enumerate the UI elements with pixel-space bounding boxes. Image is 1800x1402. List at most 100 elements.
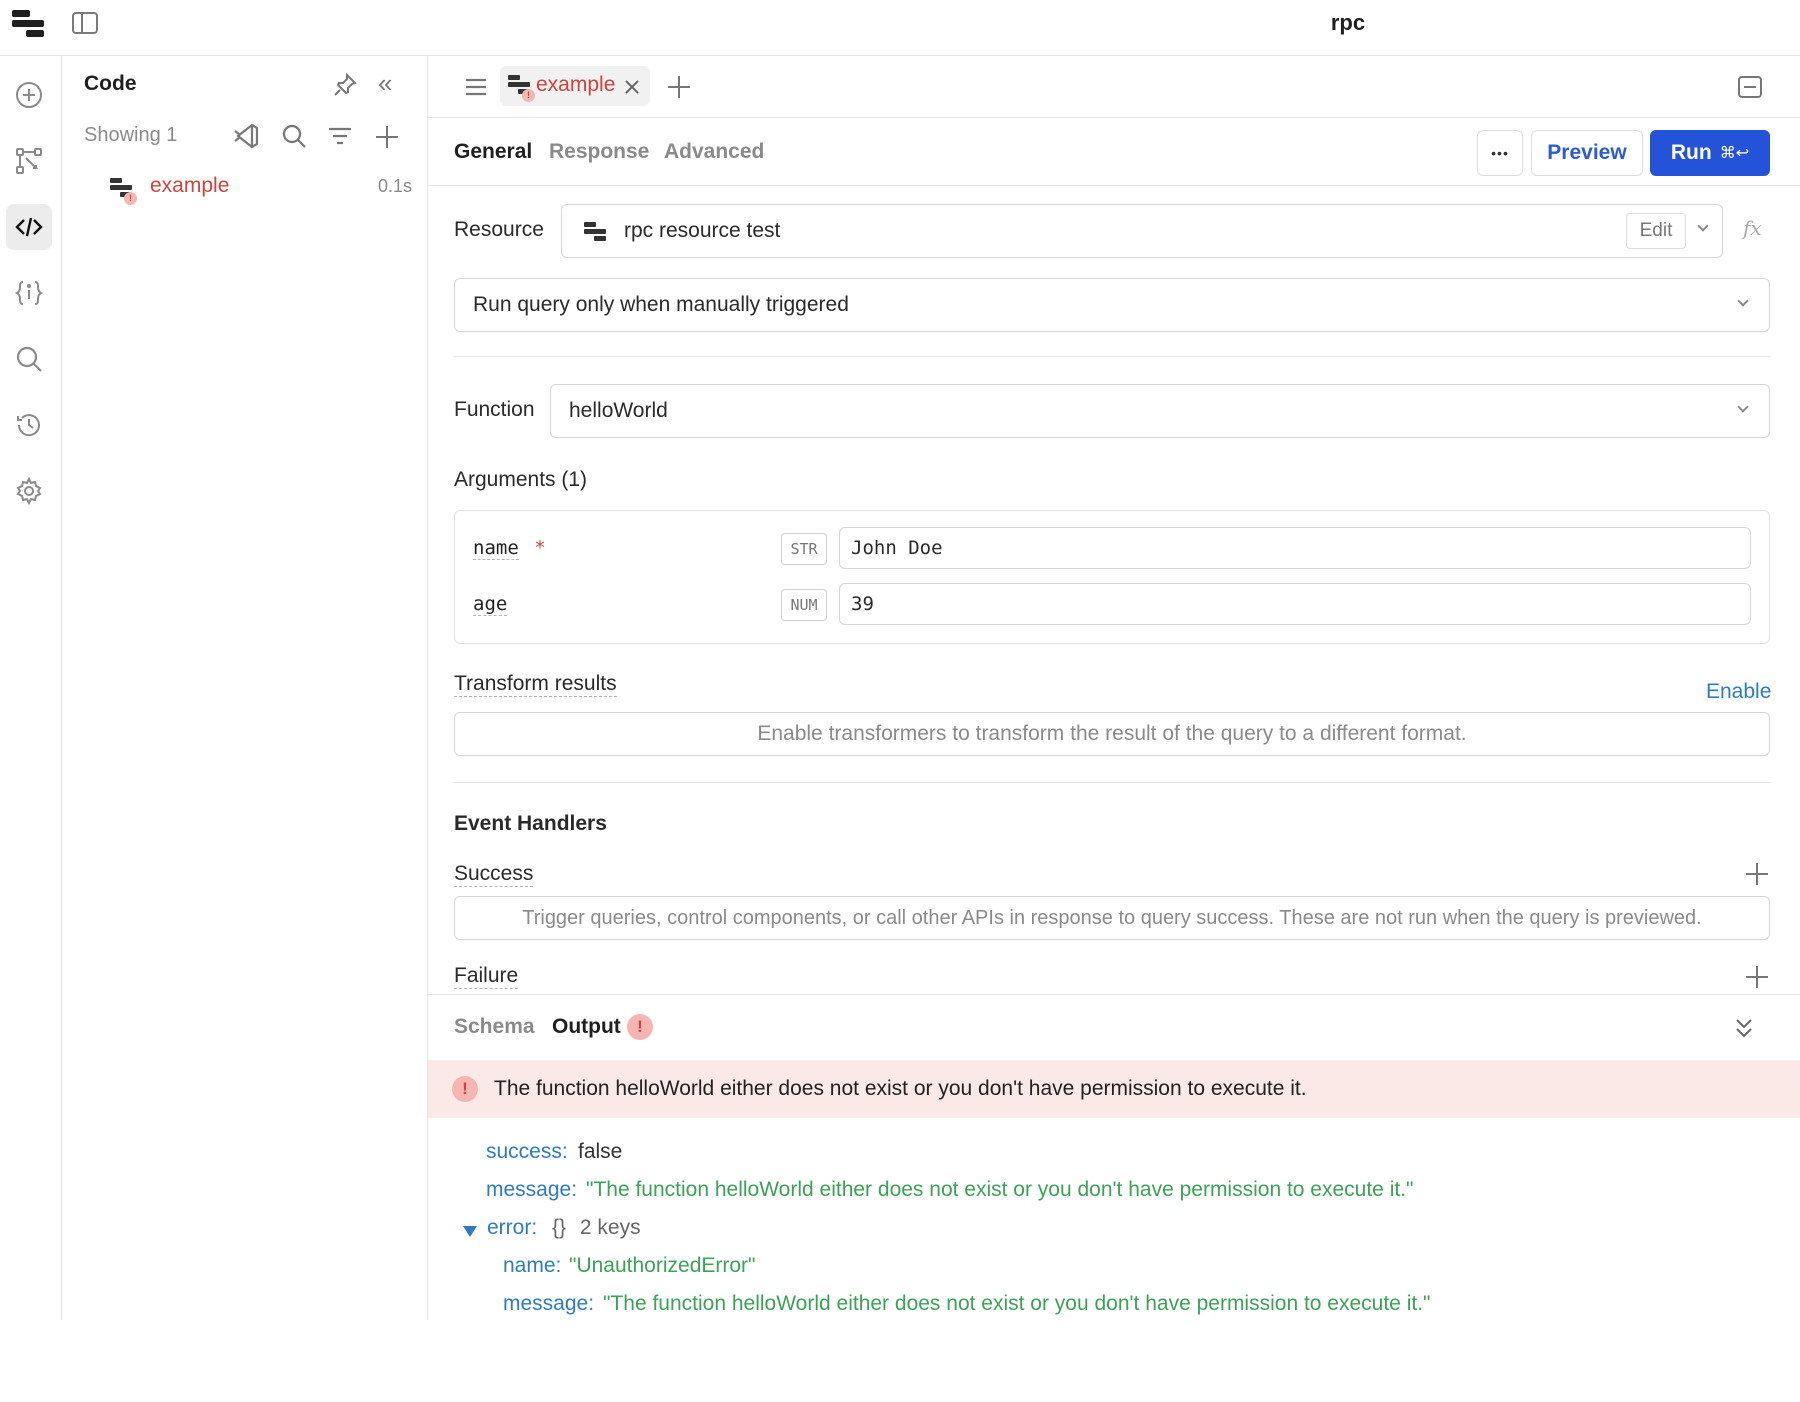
json-key: success: bbox=[486, 1140, 568, 1163]
collapse-panel-icon[interactable]: « bbox=[378, 68, 392, 99]
json-value: "UnauthorizedError" bbox=[569, 1254, 756, 1277]
add-failure-handler-icon[interactable] bbox=[1746, 966, 1768, 988]
run-label: Run bbox=[1670, 141, 1712, 164]
event-handlers-title: Event Handlers bbox=[454, 812, 607, 835]
query-tab[interactable]: ! example bbox=[500, 66, 650, 106]
state-button[interactable] bbox=[6, 270, 52, 316]
chevron-down-icon bbox=[1737, 295, 1749, 307]
chevron-down-icon bbox=[1737, 401, 1749, 413]
query-editor: ! example General Response Advanced ••• … bbox=[428, 56, 1800, 1320]
arguments-box: name * STR John Doe age NUM 39 bbox=[454, 510, 1770, 644]
argument-value: John Doe bbox=[851, 537, 943, 559]
argument-input-age[interactable]: 39 bbox=[839, 583, 1751, 625]
add-button[interactable] bbox=[6, 72, 52, 118]
fx-icon[interactable]: fx bbox=[1743, 216, 1762, 240]
json-key: message: bbox=[503, 1292, 595, 1315]
more-options-button[interactable]: ••• bbox=[1477, 130, 1523, 176]
chevron-down-icon bbox=[1697, 220, 1709, 232]
query-list-item[interactable]: ! example 0.1s bbox=[102, 168, 412, 208]
json-key-count: 2 keys bbox=[579, 1216, 641, 1239]
trigger-select[interactable]: Run query only when manually triggered bbox=[454, 278, 1770, 332]
failure-title: Failure bbox=[454, 964, 519, 989]
layout-toggle-icon[interactable] bbox=[72, 12, 98, 34]
plus-circle-icon bbox=[16, 82, 42, 108]
pin-icon[interactable] bbox=[332, 72, 358, 98]
subtab-bar: General Response Advanced ••• Preview Ru… bbox=[428, 118, 1800, 186]
search-icon[interactable] bbox=[280, 122, 308, 150]
argument-row: name * bbox=[473, 537, 546, 560]
json-value: false bbox=[578, 1140, 623, 1163]
transform-enable-link[interactable]: Enable bbox=[1706, 680, 1771, 704]
argument-name: name bbox=[473, 537, 519, 560]
error-banner: ! The function helloWorld either does no… bbox=[428, 1060, 1800, 1118]
filter-icon[interactable] bbox=[326, 122, 354, 150]
error-message: The function helloWorld either does not … bbox=[494, 1077, 1307, 1100]
resource-icon bbox=[584, 222, 606, 242]
preview-button[interactable]: Preview bbox=[1531, 130, 1643, 176]
resource-edit-button[interactable]: Edit bbox=[1626, 213, 1686, 249]
argument-value: 39 bbox=[851, 593, 874, 615]
required-mark: * bbox=[534, 537, 546, 559]
query-tab-label: example bbox=[536, 73, 616, 96]
transform-placeholder[interactable]: Enable transformers to transform the res… bbox=[454, 712, 1770, 756]
json-value: "The function helloWorld either does not… bbox=[603, 1292, 1431, 1315]
collapse-output-icon[interactable] bbox=[1734, 1017, 1754, 1039]
gear-icon bbox=[16, 476, 42, 506]
divider bbox=[454, 356, 1770, 357]
function-value: helloWorld bbox=[569, 399, 668, 422]
function-label: Function bbox=[454, 398, 535, 421]
argument-input-name[interactable]: John Doe bbox=[839, 527, 1751, 569]
success-title: Success bbox=[454, 862, 534, 887]
tab-advanced[interactable]: Advanced bbox=[664, 140, 764, 164]
argument-type-badge: STR bbox=[781, 533, 827, 565]
search-button[interactable] bbox=[6, 336, 52, 382]
retool-logo-icon[interactable] bbox=[12, 10, 46, 40]
output-bar: Schema Output ! bbox=[428, 994, 1800, 1060]
tab-output[interactable]: Output bbox=[552, 1015, 621, 1039]
code-panel: Code « Showing 1 ! example 0.1s bbox=[62, 56, 428, 1320]
json-key: message: bbox=[486, 1178, 578, 1201]
json-braces: {} bbox=[552, 1216, 567, 1239]
argument-type-badge: NUM bbox=[781, 589, 827, 621]
json-key: name: bbox=[503, 1254, 562, 1277]
trigger-value: Run query only when manually triggered bbox=[473, 293, 849, 316]
history-icon bbox=[17, 414, 40, 437]
resource-label: Resource bbox=[454, 218, 544, 241]
workflow-button[interactable] bbox=[6, 138, 52, 184]
new-tab-icon[interactable] bbox=[668, 76, 690, 98]
add-success-handler-icon[interactable] bbox=[1746, 863, 1768, 885]
success-placeholder[interactable]: Trigger queries, control components, or … bbox=[454, 896, 1770, 940]
search-icon bbox=[16, 346, 42, 372]
settings-button[interactable] bbox=[6, 468, 52, 514]
query-error-icon: ! bbox=[110, 178, 137, 205]
run-button[interactable]: Run ⌘↩ bbox=[1650, 130, 1770, 176]
code-button[interactable] bbox=[6, 204, 52, 250]
run-shortcut: ⌘↩ bbox=[1719, 145, 1750, 162]
query-tab-bar: ! example bbox=[428, 56, 1800, 118]
divider bbox=[454, 782, 1770, 783]
workflow-icon bbox=[16, 148, 42, 174]
function-select[interactable]: helloWorld bbox=[550, 384, 1770, 438]
add-query-icon[interactable] bbox=[376, 126, 398, 148]
error-icon: ! bbox=[452, 1076, 478, 1102]
minimize-panel-icon[interactable] bbox=[1738, 76, 1762, 98]
code-panel-title: Code bbox=[84, 72, 137, 95]
vscode-icon[interactable] bbox=[232, 122, 260, 150]
tab-response[interactable]: Response bbox=[549, 140, 649, 164]
query-error-icon: ! bbox=[508, 75, 535, 102]
history-button[interactable] bbox=[6, 402, 52, 448]
argument-row: age bbox=[473, 593, 511, 616]
query-time: 0.1s bbox=[377, 176, 412, 196]
code-icon bbox=[15, 217, 43, 237]
tab-schema[interactable]: Schema bbox=[454, 1015, 535, 1039]
menu-icon[interactable] bbox=[464, 76, 488, 98]
top-bar: rpc bbox=[0, 0, 1800, 56]
left-rail bbox=[0, 56, 62, 1320]
tab-general[interactable]: General bbox=[454, 140, 532, 164]
close-icon[interactable] bbox=[624, 79, 640, 95]
output-error-badge: ! bbox=[627, 1014, 653, 1040]
arguments-title: Arguments (1) bbox=[454, 468, 588, 491]
resource-select[interactable]: rpc resource test Edit bbox=[561, 204, 1723, 258]
transform-title: Transform results bbox=[454, 672, 617, 697]
expand-toggle-icon[interactable] bbox=[463, 1226, 477, 1237]
